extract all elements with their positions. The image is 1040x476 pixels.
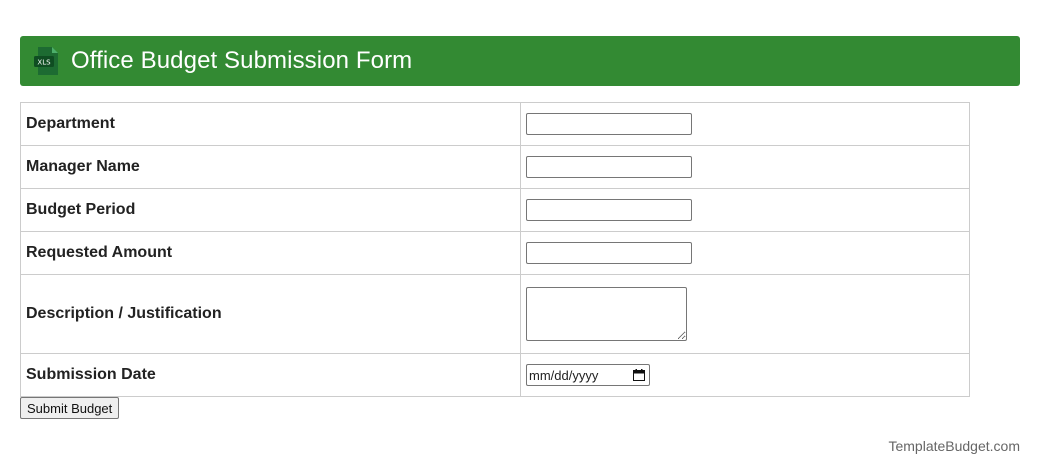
manager-name-input[interactable]: [526, 156, 692, 178]
manager-name-label: Manager Name: [20, 145, 521, 189]
calendar-icon[interactable]: [633, 369, 645, 381]
requested-amount-label: Requested Amount: [20, 231, 521, 275]
form-row-submission-date: Submission Date mm/dd/yyyy: [20, 353, 970, 397]
department-input[interactable]: [526, 113, 692, 135]
form-header: XLS Office Budget Submission Form: [20, 36, 1020, 86]
form-row-department: Department: [20, 102, 970, 146]
xls-file-icon: XLS: [33, 46, 60, 76]
department-label: Department: [20, 102, 521, 146]
description-label: Description / Justification: [20, 274, 521, 354]
form-row-requested-amount: Requested Amount: [20, 231, 970, 275]
submission-date-input[interactable]: mm/dd/yyyy: [526, 364, 650, 386]
page-title: Office Budget Submission Form: [71, 47, 413, 74]
submit-budget-button[interactable]: Submit Budget: [20, 397, 120, 419]
description-textarea[interactable]: [526, 287, 687, 341]
date-placeholder: mm/dd/yyyy: [529, 367, 599, 383]
footer-brand: TemplateBudget.com: [888, 438, 1020, 454]
form-row-manager-name: Manager Name: [20, 145, 970, 189]
xls-icon-text: XLS: [37, 58, 51, 66]
form-row-budget-period: Budget Period: [20, 188, 970, 232]
budget-period-input[interactable]: [526, 199, 692, 221]
submission-date-label: Submission Date: [20, 353, 521, 397]
budget-form-table: Department Manager Name Budget Period Re…: [20, 102, 970, 397]
budget-period-label: Budget Period: [20, 188, 521, 232]
requested-amount-input[interactable]: [526, 242, 692, 264]
form-row-description: Description / Justification: [20, 274, 970, 354]
